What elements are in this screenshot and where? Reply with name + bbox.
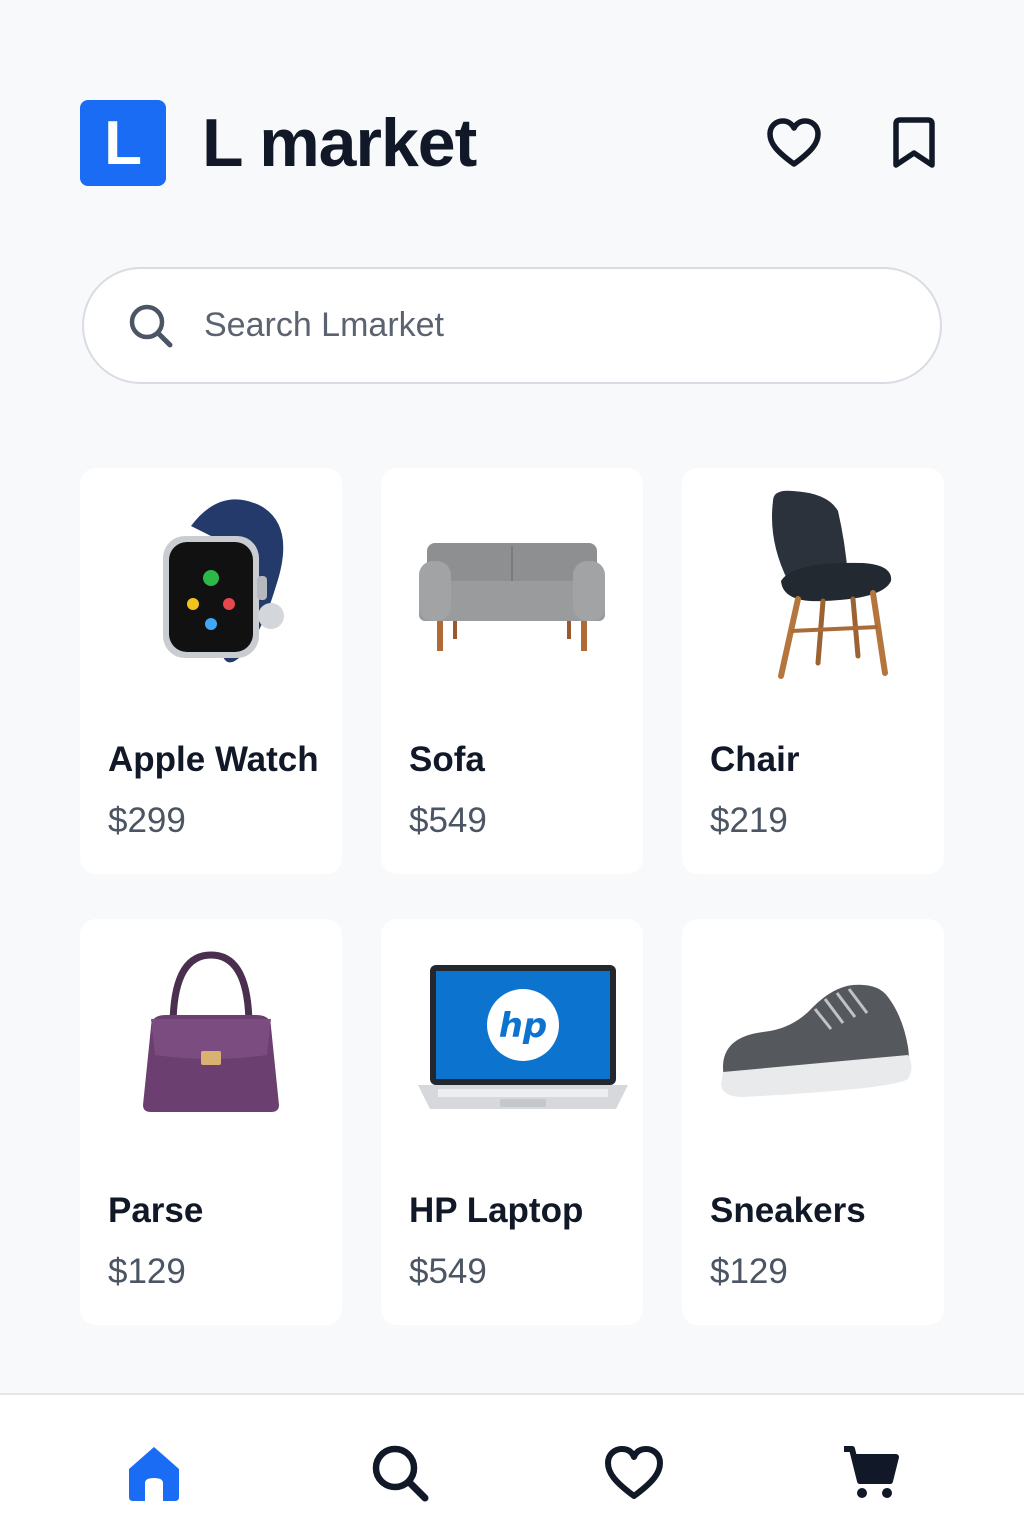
product-card[interactable]: Sneakers $129 — [682, 919, 944, 1325]
heart-icon — [767, 118, 821, 167]
app-logo[interactable]: L — [80, 100, 166, 186]
app-screen: L L market Search Lmarket Apple Watch $2… — [0, 0, 1024, 1536]
app-title: L market — [202, 105, 477, 181]
product-card[interactable]: hp HP Laptop $549 — [381, 919, 643, 1325]
product-name: Parse — [108, 1191, 204, 1230]
product-grid: Apple Watch $299 Sofa $549 Chair $219 Pa… — [80, 468, 944, 1325]
header-actions — [764, 113, 944, 173]
product-price: $549 — [409, 801, 487, 840]
header: L L market — [80, 100, 944, 186]
nav-favorites[interactable] — [602, 1441, 666, 1505]
cart-icon — [844, 1446, 899, 1498]
product-card[interactable]: Sofa $549 — [381, 468, 643, 874]
apple-watch-image — [80, 486, 342, 686]
svg-text:hp: hp — [499, 1006, 548, 1046]
product-card[interactable]: Chair $219 — [682, 468, 944, 874]
nav-search[interactable] — [368, 1441, 432, 1505]
product-name: Chair — [710, 740, 800, 779]
product-card[interactable]: Apple Watch $299 — [80, 468, 342, 874]
product-price: $129 — [108, 1252, 186, 1291]
product-card[interactable]: Parse $129 — [80, 919, 342, 1325]
home-icon — [129, 1447, 179, 1501]
laptop-image: hp — [381, 937, 643, 1137]
chair-image — [682, 486, 944, 686]
bookmark-icon — [893, 117, 935, 168]
sofa-image — [381, 486, 643, 686]
product-name: Apple Watch — [108, 740, 319, 779]
bottom-nav — [0, 1393, 1024, 1536]
product-name: Sneakers — [710, 1191, 866, 1230]
search-icon — [372, 1445, 429, 1502]
favorites-button[interactable] — [764, 113, 824, 173]
product-price: $549 — [409, 1252, 487, 1291]
sneakers-image — [682, 937, 944, 1137]
nav-cart[interactable] — [838, 1441, 902, 1505]
heart-icon — [605, 1446, 663, 1499]
search-input[interactable] — [204, 306, 884, 345]
logo-letter: L — [104, 108, 142, 178]
product-price: $219 — [710, 801, 788, 840]
product-price: $129 — [710, 1252, 788, 1291]
search-icon — [129, 304, 173, 347]
nav-home[interactable] — [122, 1441, 186, 1505]
search-bar[interactable] — [82, 267, 942, 384]
bookmarks-button[interactable] — [884, 113, 944, 173]
product-name: Sofa — [409, 740, 485, 779]
product-name: HP Laptop — [409, 1191, 584, 1230]
purse-image — [80, 937, 342, 1137]
product-price: $299 — [108, 801, 186, 840]
